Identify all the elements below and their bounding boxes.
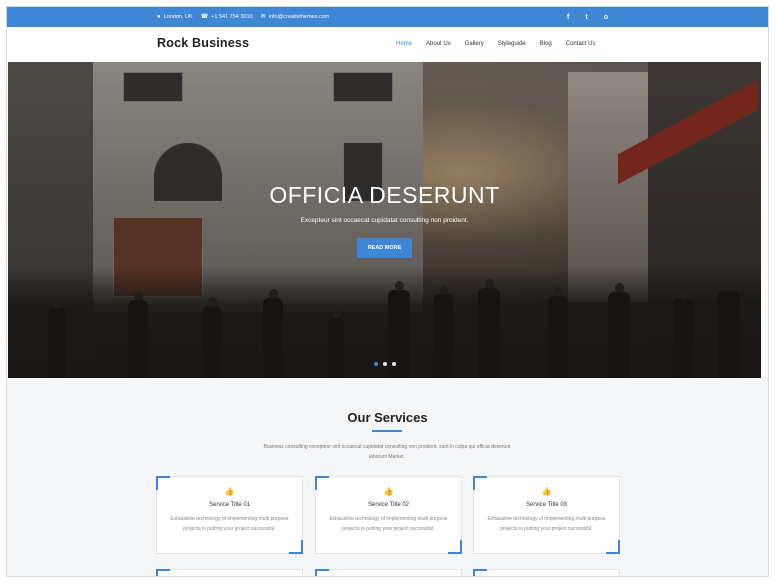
- services-section: Our Services Business consulting excepte…: [7, 378, 768, 576]
- brand-logo[interactable]: Rock Business: [157, 36, 249, 50]
- location-text: London, UK: [163, 14, 193, 20]
- page-frame: ● London, UK ☎ +1 541 754 3010 ✉ info@cr…: [6, 6, 769, 577]
- map-pin-icon: ●: [157, 14, 161, 20]
- instagram-icon[interactable]: o: [604, 14, 608, 21]
- hero-title: OFFICIA DESERUNT: [269, 182, 500, 208]
- service-card-partial: [473, 569, 620, 576]
- nav-item-contact-us[interactable]: Contact Us: [566, 41, 596, 47]
- slider-dot-2[interactable]: [382, 362, 387, 366]
- title-divider: [372, 430, 402, 432]
- service-title: Service Title 03: [525, 502, 568, 508]
- location-item: ● London, UK: [157, 14, 193, 20]
- nav-item-blog[interactable]: Blog: [540, 41, 552, 47]
- service-description: Exhaustive technology of implementing mu…: [487, 516, 606, 532]
- contact-info: ● London, UK ☎ +1 541 754 3010 ✉ info@cr…: [157, 7, 329, 27]
- read-more-button[interactable]: READ MORE: [356, 238, 413, 258]
- phone-item[interactable]: ☎ +1 541 754 3010: [201, 14, 253, 20]
- service-description: Exhaustive technology of implementing mu…: [170, 516, 289, 532]
- nav-item-home[interactable]: Home: [396, 41, 412, 47]
- email-text[interactable]: info@creativthemes.com: [269, 14, 330, 20]
- service-card[interactable]: 👍 Service Title 03 Exhaustive technology…: [473, 476, 620, 554]
- facebook-icon[interactable]: f: [567, 14, 569, 21]
- service-title: Service Title 01: [208, 502, 251, 508]
- site-header: Rock Business Home About Us Gallery Styl…: [7, 27, 768, 61]
- service-card[interactable]: 👍 Service Title 01 Exhaustive technology…: [156, 476, 303, 554]
- service-description: Exhaustive technology of implementing mu…: [329, 516, 448, 532]
- nav-item-about-us[interactable]: About Us: [426, 41, 451, 47]
- social-links: f t o: [567, 7, 608, 27]
- hero-slider: OFFICIA DESERUNT Excepteur sint occaecat…: [8, 62, 761, 378]
- service-card-partial: [156, 569, 303, 576]
- slider-dot-3[interactable]: [391, 362, 396, 366]
- envelope-icon: ✉: [260, 14, 266, 20]
- slider-dots: [8, 362, 761, 366]
- slider-dot-1[interactable]: [373, 362, 378, 366]
- section-intro: Business consulting excepteur sint occae…: [263, 444, 511, 460]
- service-title: Service Title 02: [367, 502, 410, 508]
- service-card-partial: [315, 569, 462, 576]
- phone-icon: ☎: [200, 14, 209, 20]
- section-title: Our Services: [347, 410, 428, 425]
- nav-item-styleguide[interactable]: Styleguide: [498, 41, 526, 47]
- thumbs-up-icon: 👍: [224, 487, 235, 496]
- twitter-icon[interactable]: t: [585, 14, 587, 21]
- thumbs-up-icon: 👍: [541, 487, 552, 496]
- nav-item-gallery[interactable]: Gallery: [465, 41, 484, 47]
- phone-text[interactable]: +1 541 754 3010: [211, 14, 252, 20]
- service-card[interactable]: 👍 Service Title 02 Exhaustive technology…: [315, 476, 462, 554]
- email-item[interactable]: ✉ info@creativthemes.com: [261, 14, 330, 20]
- thumbs-up-icon: 👍: [383, 487, 394, 496]
- main-nav: Home About Us Gallery Styleguide Blog Co…: [396, 27, 595, 61]
- top-info-bar: ● London, UK ☎ +1 541 754 3010 ✉ info@cr…: [7, 7, 768, 27]
- hero-subtitle: Excepteur sint occaecat cupidatat consul…: [300, 217, 469, 224]
- hero-content: OFFICIA DESERUNT Excepteur sint occaecat…: [8, 182, 761, 258]
